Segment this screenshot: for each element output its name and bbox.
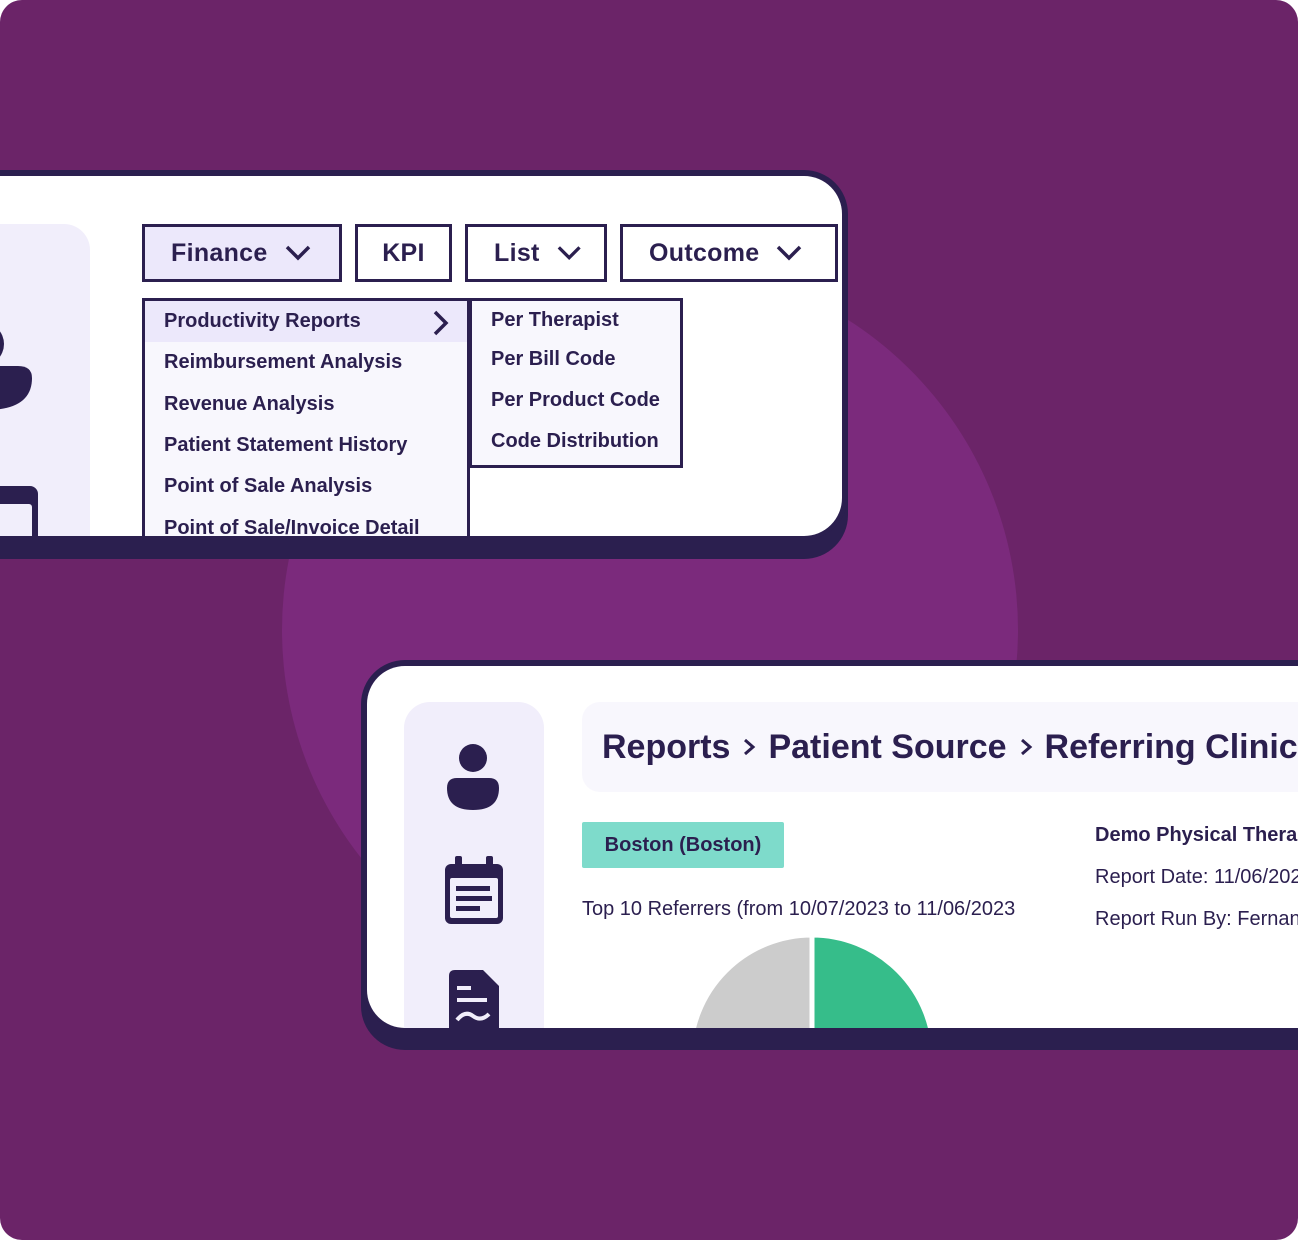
- finance-menu-button[interactable]: Finance: [142, 224, 342, 282]
- calendar-icon[interactable]: [0, 474, 40, 536]
- menu-item-reimbursement-analysis[interactable]: Reimbursement Analysis: [145, 342, 467, 383]
- background: Finance KPI List Outcome Productivity Re…: [0, 0, 1298, 1240]
- menu-item-point-of-sale-analysis[interactable]: Point of Sale Analysis: [145, 466, 467, 507]
- sidebar: [404, 702, 544, 1028]
- menu-card-body: Finance KPI List Outcome Productivity Re…: [0, 176, 842, 536]
- submenu-item-per-bill-code[interactable]: Per Bill Code: [472, 339, 680, 380]
- menu-item-patient-statement-history[interactable]: Patient Statement History: [145, 425, 467, 466]
- clinic-name: Demo Physical Therapy: [1095, 824, 1298, 846]
- calendar-icon[interactable]: [443, 856, 505, 926]
- menu-item-point-of-sale-invoice-detail[interactable]: Point of Sale/Invoice Detail: [145, 507, 467, 536]
- submenu-item-per-product-code[interactable]: Per Product Code: [472, 380, 680, 421]
- chevron-right-icon: [742, 737, 756, 757]
- list-menu-label: List: [494, 238, 540, 267]
- top-referrers-heading: Top 10 Referrers (from 10/07/2023 to 11/…: [582, 898, 1016, 920]
- chevron-right-icon: [433, 310, 449, 336]
- outcome-menu-button[interactable]: Outcome: [620, 224, 838, 282]
- menu-item-revenue-analysis[interactable]: Revenue Analysis: [145, 384, 467, 425]
- report-card-body: Reports Patient Source Referring Clinici…: [367, 666, 1298, 1028]
- report-date: Report Date: 11/06/2023: [1095, 866, 1298, 888]
- menu-item-label: Revenue Analysis: [164, 392, 335, 415]
- referrers-pie-chart: [690, 932, 934, 1028]
- person-icon[interactable]: [0, 320, 34, 410]
- menu-card: Finance KPI List Outcome Productivity Re…: [0, 170, 848, 540]
- kpi-menu-button[interactable]: KPI: [355, 224, 452, 282]
- breadcrumb-reports[interactable]: Reports: [602, 728, 730, 767]
- location-badge: Boston (Boston): [582, 822, 784, 868]
- pie-slice-0: [809, 932, 934, 1028]
- submenu-item-per-therapist[interactable]: Per Therapist: [472, 301, 680, 339]
- menu-item-label: Reimbursement Analysis: [164, 351, 403, 374]
- breadcrumb-patient-source[interactable]: Patient Source: [768, 728, 1006, 767]
- submenu-item-code-distribution[interactable]: Code Distribution: [472, 421, 680, 462]
- person-icon[interactable]: [443, 740, 503, 812]
- report-card: Reports Patient Source Referring Clinici…: [361, 660, 1298, 1030]
- pie-slice-2: [690, 932, 815, 1028]
- report-run-by: Report Run By: Fernando: [1095, 908, 1298, 930]
- chevron-down-icon: [777, 245, 802, 261]
- document-signature-icon[interactable]: [443, 970, 503, 1028]
- menu-item-label: Productivity Reports: [164, 310, 361, 333]
- breadcrumb-referring-clinician: Referring Clinician: [1044, 727, 1298, 766]
- chevron-right-icon: [1019, 737, 1033, 757]
- breadcrumb: Reports Patient Source Referring Clinici…: [582, 702, 1298, 792]
- finance-dropdown: Productivity Reports Reimbursement Analy…: [142, 298, 470, 536]
- menu-item-productivity-reports[interactable]: Productivity Reports: [145, 301, 467, 343]
- finance-menu-label: Finance: [171, 238, 268, 267]
- productivity-submenu: Per Therapist Per Bill Code Per Product …: [469, 298, 683, 468]
- sidebar: [0, 224, 90, 536]
- chevron-down-icon: [285, 245, 310, 261]
- menu-item-label: Point of Sale/Invoice Detail: [164, 516, 420, 536]
- chevron-down-icon: [557, 246, 581, 261]
- outcome-menu-label: Outcome: [649, 238, 760, 267]
- list-menu-button[interactable]: List: [465, 224, 607, 282]
- menu-item-label: Patient Statement History: [164, 434, 408, 457]
- menu-item-label: Point of Sale Analysis: [164, 475, 373, 498]
- kpi-menu-label: KPI: [382, 238, 425, 267]
